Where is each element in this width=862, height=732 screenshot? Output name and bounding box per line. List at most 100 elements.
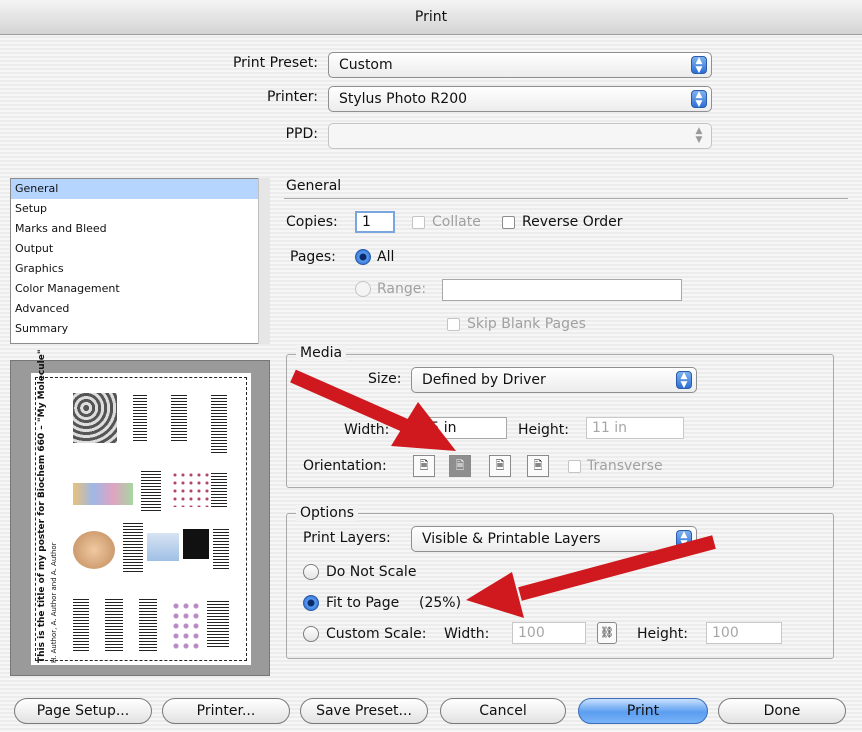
- preview-text-block: [73, 599, 89, 653]
- done-button[interactable]: Done: [718, 698, 846, 724]
- cancel-button[interactable]: Cancel: [440, 698, 566, 724]
- preview-text-block: [211, 473, 227, 509]
- fit-percent-value: (25%): [419, 595, 462, 611]
- options-group-title: Options: [296, 505, 359, 521]
- sidebar-item-setup[interactable]: Setup: [11, 199, 269, 219]
- pages-range-field[interactable]: [442, 279, 682, 301]
- pages-range-radio: [355, 281, 371, 297]
- custom-scale-width-field[interactable]: [512, 622, 586, 644]
- media-height-field[interactable]: [586, 417, 684, 439]
- orientation-portrait-icon[interactable]: 🗎: [413, 455, 435, 477]
- preview-image-dots: [171, 471, 211, 507]
- print-layers-label: Print Layers:: [303, 530, 391, 546]
- preview-text-block: [141, 471, 161, 511]
- media-height-label: Height:: [518, 422, 569, 438]
- popup-arrows-icon: ▲ ▼: [695, 126, 703, 145]
- pages-all-label: All: [377, 249, 395, 265]
- print-preview: This is the title of my poster for Bioch…: [10, 349, 270, 676]
- preview-poster-subtitle: H. Author, A. Author and A. Author: [50, 542, 58, 663]
- preview-page: This is the title of my poster for Bioch…: [31, 349, 251, 665]
- pages-all-radio[interactable]: [355, 249, 371, 265]
- window-title: Print: [414, 9, 448, 25]
- preview-image-protein: [73, 531, 115, 569]
- custom-scale-width-label: Width:: [444, 626, 490, 642]
- popup-arrows-icon: ▲ ▼: [691, 56, 707, 75]
- preview-text-block: [105, 599, 123, 653]
- general-heading: General: [286, 178, 342, 194]
- printer-label: Printer:: [266, 89, 318, 105]
- preview-text-block: [211, 395, 227, 455]
- orientation-landscape-icon[interactable]: 🗎: [449, 455, 471, 477]
- custom-scale-radio[interactable]: [303, 626, 319, 642]
- preview-poster-title: This is the title of my poster for Bioch…: [37, 349, 47, 663]
- save-preset-button[interactable]: Save Preset...: [300, 698, 428, 724]
- sidebar-item-general[interactable]: General: [11, 179, 269, 199]
- custom-scale-height-field[interactable]: [706, 622, 782, 644]
- window-titlebar: Print: [0, 0, 862, 35]
- print-preset-label: Print Preset:: [232, 55, 318, 71]
- copies-label: Copies:: [286, 214, 338, 230]
- media-size-popup[interactable]: Defined by Driver ▲ ▼: [411, 367, 697, 393]
- skip-blank-pages-checkbox: [447, 318, 460, 331]
- preview-text-block: [171, 395, 187, 443]
- collate-label: Collate: [432, 214, 481, 230]
- orientation-label: Orientation:: [303, 458, 387, 474]
- sidebar-item-summary[interactable]: Summary: [11, 319, 269, 339]
- transverse-checkbox: [568, 460, 581, 473]
- popup-arrows-icon: ▲ ▼: [691, 90, 707, 109]
- media-width-field[interactable]: [411, 417, 507, 439]
- do-not-scale-label: Do Not Scale: [326, 564, 417, 580]
- fit-to-page-label: Fit to Page: [326, 595, 400, 611]
- preview-text-block: [207, 601, 229, 649]
- sidebar-item-graphics[interactable]: Graphics: [11, 259, 269, 279]
- print-button[interactable]: Print: [578, 698, 708, 724]
- media-width-label: Width:: [344, 422, 390, 438]
- page-setup-button[interactable]: Page Setup...: [14, 698, 152, 724]
- printer-value: Stylus Photo R200: [339, 91, 468, 107]
- printer-popup[interactable]: Stylus Photo R200 ▲ ▼: [328, 86, 712, 112]
- sidebar-item-output[interactable]: Output: [11, 239, 269, 259]
- pages-range-label: Range:: [377, 281, 427, 297]
- custom-scale-label: Custom Scale:: [326, 626, 427, 642]
- do-not-scale-radio[interactable]: [303, 564, 319, 580]
- pages-label: Pages:: [290, 249, 336, 265]
- copies-field[interactable]: [355, 211, 395, 233]
- preview-text-block: [123, 523, 143, 573]
- skip-blank-pages-label: Skip Blank Pages: [467, 316, 586, 332]
- ppd-label: PPD:: [285, 126, 318, 142]
- media-group-title: Media: [296, 345, 347, 361]
- sidebar-item-color-management[interactable]: Color Management: [11, 279, 269, 299]
- preview-image-table: [147, 533, 179, 561]
- preview-image-strip: [73, 483, 133, 505]
- reverse-order-label: Reverse Order: [522, 214, 623, 230]
- custom-scale-height-label: Height:: [637, 626, 688, 642]
- ppd-popup: ▲ ▼: [328, 123, 712, 149]
- preview-text-block: [139, 599, 157, 653]
- popup-arrows-icon: ▲ ▼: [676, 371, 692, 390]
- sidebar-list: General Setup Marks and Bleed Output Gra…: [10, 178, 270, 344]
- preview-image-dark: [183, 529, 209, 559]
- orientation-reverse-landscape-icon[interactable]: 🗎: [527, 455, 549, 477]
- print-layers-popup[interactable]: Visible & Printable Layers ▲ ▼: [411, 526, 697, 552]
- general-divider: [284, 198, 848, 199]
- preview-image-molecule: [73, 393, 117, 443]
- reverse-order-checkbox[interactable]: [502, 216, 515, 229]
- sidebar-item-marks-and-bleed[interactable]: Marks and Bleed: [11, 219, 269, 239]
- constrain-proportions-icon[interactable]: ⛓: [597, 622, 617, 644]
- print-preset-popup[interactable]: Custom ▲ ▼: [328, 52, 712, 78]
- preview-text-block: [213, 529, 229, 569]
- orientation-reverse-portrait-icon[interactable]: 🗎: [489, 455, 511, 477]
- popup-arrows-icon: ▲ ▼: [676, 530, 692, 549]
- sidebar-scrollbar[interactable]: [258, 178, 270, 344]
- preview-text-block: [133, 395, 147, 443]
- print-layers-value: Visible & Printable Layers: [422, 531, 601, 547]
- transverse-label: Transverse: [587, 458, 663, 474]
- media-size-label: Size:: [368, 371, 402, 387]
- sidebar-item-advanced[interactable]: Advanced: [11, 299, 269, 319]
- collate-checkbox: [412, 216, 425, 229]
- printer-button[interactable]: Printer...: [162, 698, 290, 724]
- print-preset-value: Custom: [339, 57, 393, 73]
- preview-image-figures: [171, 601, 201, 649]
- fit-to-page-radio[interactable]: [303, 595, 319, 611]
- media-size-value: Defined by Driver: [422, 372, 546, 388]
